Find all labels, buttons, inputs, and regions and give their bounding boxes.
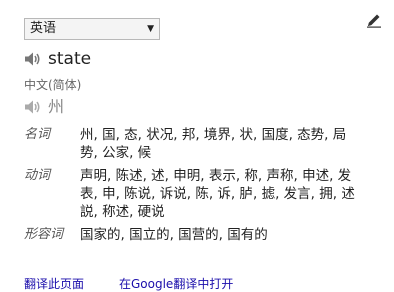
language-select-value: 英语	[30, 21, 57, 36]
translation-list: 声明, 陈述, 述, 申明, 表示, 称, 声称, 申述, 发表, 申, 陈说,…	[80, 168, 355, 220]
speaker-icon[interactable]	[24, 51, 41, 67]
source-word: state	[48, 49, 92, 69]
open-in-google-translate-link[interactable]: 在Google翻译中打开	[119, 276, 233, 292]
translate-page-link[interactable]: 翻译此页面	[24, 276, 84, 292]
part-of-speech-label: 动词	[24, 168, 51, 183]
speaker-icon[interactable]	[24, 99, 41, 115]
target-language-label: 中文(简体)	[24, 78, 82, 92]
pencil-icon[interactable]	[366, 12, 382, 28]
transliteration-text: 州	[48, 97, 65, 116]
part-of-speech-label: 形容词	[24, 227, 64, 242]
part-of-speech-label: 名词	[24, 127, 51, 142]
translation-list: 州, 国, 态, 状况, 邦, 境界, 状, 国度, 态势, 局势, 公家, 候	[80, 127, 347, 161]
language-select[interactable]: 英语 ▼	[24, 18, 160, 40]
dropdown-arrow-icon: ▼	[147, 24, 154, 34]
translation-list: 国家的, 国立的, 国营的, 国有的	[80, 227, 268, 243]
